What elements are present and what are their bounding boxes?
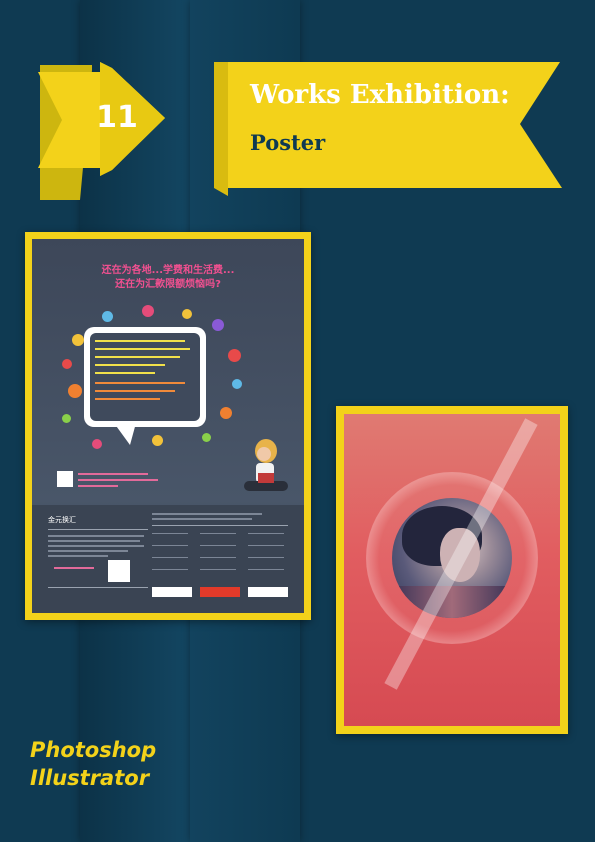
software-item-illustrator: Illustrator <box>30 766 150 790</box>
poster-finance-footer: 金元换汇 <box>32 505 304 613</box>
brand-text-block <box>78 471 178 487</box>
speech-bubble <box>84 327 206 427</box>
speech-bubble-tail <box>114 423 136 445</box>
poster-portrait-artwork <box>344 414 560 726</box>
poster-finance: 还在为各地...学费和生活费... 还在为汇款限额烦恼吗? 金元换汇 <box>25 232 311 620</box>
page-title: Works Exhibition: <box>250 80 510 110</box>
poster-headline-line2: 还在为汇款限额烦恼吗? <box>115 279 221 290</box>
poster-finance-artwork: 还在为各地...学费和生活费... 还在为汇款限额烦恼吗? 金元换汇 <box>32 239 304 613</box>
title-banner-fold <box>214 62 228 196</box>
student-illustration <box>244 439 288 491</box>
software-list: Photoshop Illustrator <box>30 736 156 792</box>
qr-code-large <box>108 560 130 582</box>
partner-logos <box>152 587 288 599</box>
section-number: 11 <box>96 100 138 135</box>
qr-code-small <box>57 471 73 487</box>
software-item-photoshop: Photoshop <box>30 738 157 762</box>
footer-title: 金元换汇 <box>48 516 76 524</box>
poster-portrait <box>336 406 568 734</box>
page-subtitle: Poster <box>250 130 326 155</box>
portrait-shoulders <box>392 586 512 618</box>
speech-bubble-content <box>90 333 200 421</box>
poster-headline-line1: 还在为各地...学费和生活费... <box>101 265 235 276</box>
